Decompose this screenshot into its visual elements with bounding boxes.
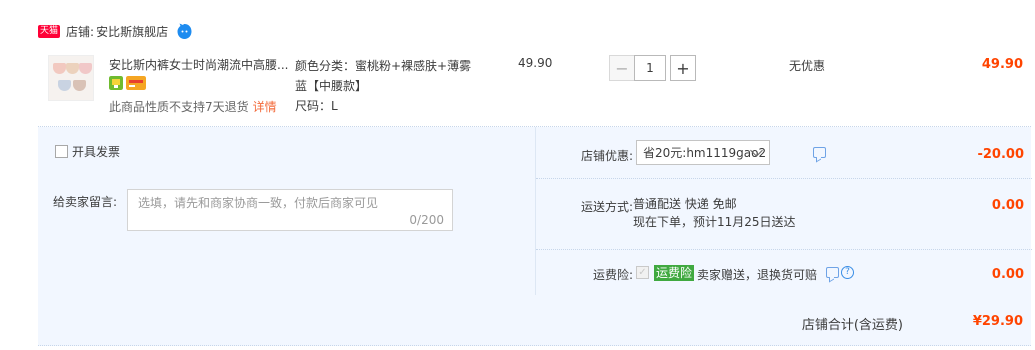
seller-message-char-count: 0/200 [409,213,444,227]
shipping-insurance-label: 运费险: [592,268,633,282]
product-sku-info: 颜色分类：蜜桃粉+裸感肤+薄雾 蓝【中腰款】 尺码：L [295,56,485,116]
shipping-insurance-text: 卖家赠送，退换货可赔 [697,268,818,282]
shop-name-link[interactable]: 安比斯旗舰店 [96,23,168,40]
comment-icon[interactable] [826,267,839,278]
invoice-checkbox[interactable] [55,145,68,158]
shipping-eta-text: 现在下单，预计11月25日送达 [633,215,796,229]
shipping-method-row: 运送方式: 普通配送 快递 免邮 现在下单，预计11月25日送达 0.00 [536,179,1032,250]
invoice-option[interactable]: 开具发票 [55,143,120,160]
quantity-decrease-button[interactable]: − [609,55,635,81]
tmall-badge: 天猫 [38,24,61,38]
order-options-panel: 开具发票 给卖家留言: 选填，请先和商家协商一致，付款后商家可见 0/200 店… [38,127,1032,346]
shop-coupon-select[interactable]: 省20元:hm1119gao2 [636,140,770,165]
return-policy-notice: 此商品性质不支持7天退货 详情 [109,98,277,115]
sku-color-line2: 蓝【中腰款】 [295,79,368,93]
return-policy-detail-link[interactable]: 详情 [253,100,277,114]
shipping-insurance-row: 运费险: ✓ 运费险 卖家赠送，退换货可赔 ? 0.00 [536,250,1032,295]
shipping-insurance-checkbox[interactable]: ✓ [636,266,649,279]
item-line-total: 49.90 [981,57,1023,72]
order-summary-options: 店铺优惠: 省20元:hm1119gao2 -20.00 运送方式: 普通配送 … [535,127,1032,295]
quantity-increase-button[interactable]: + [670,55,696,81]
shop-coupon-amount: -20.00 [977,147,1024,162]
shop-coupon-label: 店铺优惠: [580,149,633,163]
buyer-options: 开具发票 给卖家留言: 选填，请先和商家协商一致，付款后商家可见 0/200 [38,127,535,295]
item-discount-text: 无优惠 [789,59,826,73]
sku-size: 尺码：L [295,99,338,113]
return-policy-text: 此商品性质不支持7天退货 [109,100,249,114]
shop-total-value: ¥29.90 [972,314,1023,329]
shipping-method-text: 普通配送 快递 免邮 [633,197,737,211]
shop-total-label: 店铺合计(含运费) [801,318,903,333]
shipping-method-label: 运送方式: [580,200,633,214]
shop-header: 天猫 店铺: 安比斯旗舰店 [38,20,193,42]
wangwang-chat-icon[interactable] [176,23,193,40]
quantity-stepper: − 1 + [609,55,696,81]
comment-icon[interactable] [813,147,826,158]
seller-message-label: 给卖家留言: [53,195,118,209]
shipping-amount: 0.00 [991,198,1024,213]
quantity-input[interactable]: 1 [634,55,666,81]
invoice-label: 开具发票 [72,145,121,159]
seller-message-textarea[interactable]: 选填，请先和商家协商一致，付款后商家可见 0/200 [127,189,453,231]
order-item-row: 安比斯内裤女士时尚潮流中高腰... 此商品性质不支持7天退货 详情 颜色分类：蜜桃… [38,45,1031,127]
promo-badge-green-icon [109,76,123,90]
shop-coupon-row: 店铺优惠: 省20元:hm1119gao2 -20.00 [536,127,1032,179]
product-thumbnail[interactable] [48,55,94,101]
sku-color-line1: 颜色分类：蜜桃粉+裸感肤+薄雾 [295,59,472,73]
shop-total-row: 店铺合计(含运费) ¥29.90 [38,295,1031,346]
product-title-link[interactable]: 安比斯内裤女士时尚潮流中高腰... [109,56,289,73]
unit-price: 49.90 [518,56,553,70]
shipping-method-info: 普通配送 快递 免邮 现在下单，预计11月25日送达 [633,195,796,231]
shipping-insurance-amount: 0.00 [991,267,1024,282]
shipping-insurance-badge: 运费险 [654,265,695,281]
seller-message-placeholder: 选填，请先和商家协商一致，付款后商家可见 [138,196,379,210]
shop-coupon-value: 省20元:hm1119gao2 [643,146,767,160]
promo-icons [109,76,146,90]
help-icon[interactable]: ? [841,266,854,279]
shop-label: 店铺: [66,24,95,39]
card-payment-icon [126,76,146,90]
